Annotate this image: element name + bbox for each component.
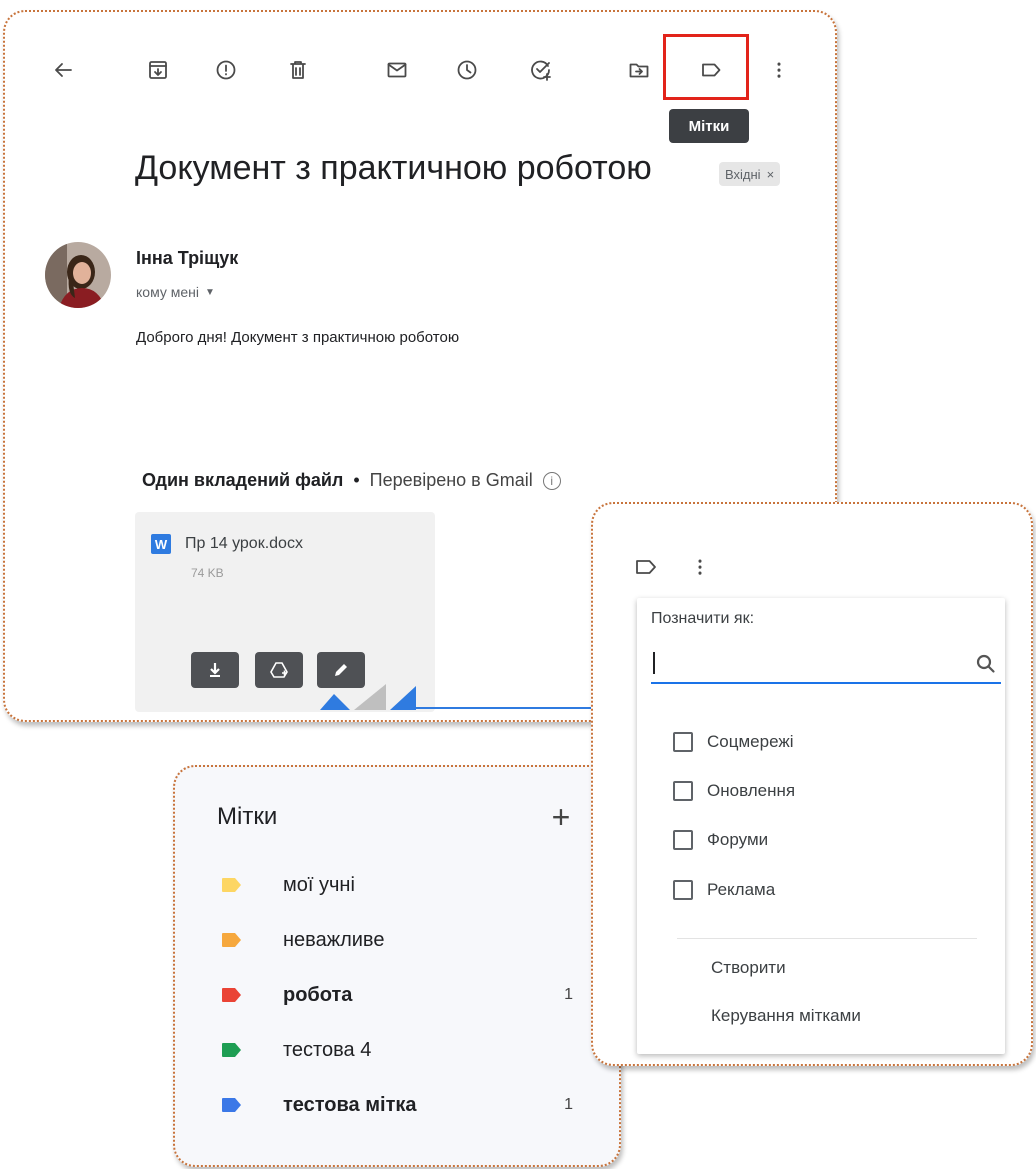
label-as-menu: Позначити як: Соцмережі Оновлення Форуми… (637, 598, 1005, 1054)
download-icon[interactable] (191, 652, 239, 688)
checkbox[interactable] (673, 880, 693, 900)
unread-count: 1 (564, 986, 573, 1003)
labels-section-title: Мітки (217, 803, 278, 830)
attachment-file-name: Пр 14 урок.docx (185, 535, 303, 552)
recipient-label: кому мені (136, 284, 199, 300)
dropdown-toolbar (633, 554, 713, 585)
inbox-chip-label: Вхідні (725, 166, 761, 182)
label-color-icon (222, 1043, 241, 1057)
label-option-social[interactable]: Соцмережі (673, 732, 793, 752)
manage-labels-action[interactable]: Керування мітками (711, 1006, 861, 1026)
edit-icon[interactable] (317, 652, 365, 688)
sidebar-item-moi-uchni[interactable]: мої учні (221, 865, 591, 905)
label-search-field[interactable] (651, 644, 1001, 684)
doc-preview-graphic (320, 684, 600, 710)
sidebar-labels-panel: Мітки + мої учні неважливе робота 1 тест… (173, 765, 621, 1167)
archive-icon[interactable] (138, 50, 178, 90)
add-label-icon[interactable]: + (543, 799, 579, 835)
sender-name: Інна Тріщук (136, 248, 239, 268)
label-color-icon (222, 988, 241, 1002)
checkbox[interactable] (673, 781, 693, 801)
word-file-icon: W (151, 534, 171, 554)
sidebar-item-robota[interactable]: робота 1 (221, 975, 591, 1015)
label-option-text: Соцмережі (707, 732, 794, 751)
more-vert-icon[interactable] (687, 554, 713, 585)
avatar[interactable] (45, 242, 111, 308)
attachment-card[interactable]: W Пр 14 урок.docx 74 KB (135, 512, 435, 712)
attachments-header: Один вкладений файл • Перевірено в Gmail… (142, 470, 561, 491)
label-option-text: Форуми (707, 830, 769, 849)
label-color-icon (222, 1098, 241, 1112)
sidebar-item-label: неважливе (283, 928, 385, 951)
email-subject: Документ з практичною роботою (135, 149, 652, 187)
attachments-count-label: Один вкладений файл (142, 470, 344, 490)
sidebar-item-label: тестова мітка (283, 1093, 417, 1116)
sidebar-item-nevazhlyve[interactable]: неважливе (221, 920, 591, 960)
label-option-forums[interactable]: Форуми (673, 830, 768, 850)
report-spam-icon[interactable] (206, 50, 246, 90)
text-caret (653, 652, 655, 674)
label-icon[interactable] (633, 554, 659, 585)
inbox-label-chip[interactable]: Вхідні × (719, 162, 781, 186)
save-to-drive-icon[interactable] (255, 652, 303, 688)
scanned-by-gmail-label: Перевірено в Gmail (369, 470, 533, 490)
attachment-file-size: 74 KB (191, 566, 224, 580)
caret-down-icon[interactable]: ▼ (205, 287, 215, 298)
email-body: Доброго дня! Документ з практичною робот… (136, 329, 460, 346)
search-icon[interactable] (975, 653, 997, 675)
label-option-updates[interactable]: Оновлення (673, 781, 795, 801)
sidebar-item-label: робота (283, 983, 353, 1006)
label-search-input[interactable] (651, 644, 951, 680)
checkbox[interactable] (673, 732, 693, 752)
more-vert-icon[interactable] (759, 50, 799, 90)
chip-close-icon[interactable]: × (767, 167, 775, 182)
label-option-text: Реклама (707, 880, 776, 899)
label-option-text: Оновлення (707, 781, 796, 800)
mark-unread-icon[interactable] (377, 50, 417, 90)
sidebar-item-testova-4[interactable]: тестова 4 (221, 1030, 591, 1070)
menu-divider (677, 938, 977, 939)
label-color-icon (222, 933, 241, 947)
sidebar-item-label: мої учні (283, 873, 355, 896)
separator-dot: • (353, 470, 360, 490)
label-color-icon (222, 878, 241, 892)
unread-count: 1 (564, 1096, 573, 1113)
move-to-icon[interactable] (619, 50, 659, 90)
label-tooltip: Мітки (669, 109, 749, 143)
label-as-title: Позначити як: (651, 610, 755, 627)
label-dropdown-panel: Позначити як: Соцмережі Оновлення Форуми… (591, 502, 1033, 1066)
sidebar-item-label: тестова 4 (283, 1038, 372, 1061)
info-icon[interactable]: i (542, 471, 561, 490)
add-task-icon[interactable] (521, 50, 561, 90)
create-label-action[interactable]: Створити (711, 958, 786, 978)
sidebar-item-testova-mitka[interactable]: тестова мітка 1 (221, 1085, 591, 1125)
snooze-icon[interactable] (447, 50, 487, 90)
delete-icon[interactable] (278, 50, 318, 90)
label-option-promotions[interactable]: Реклама (673, 880, 775, 900)
back-arrow-icon[interactable] (43, 50, 83, 90)
checkbox[interactable] (673, 830, 693, 850)
recipient-details-toggle[interactable]: кому мені ▼ (136, 284, 215, 300)
label-button-highlight (663, 34, 749, 100)
